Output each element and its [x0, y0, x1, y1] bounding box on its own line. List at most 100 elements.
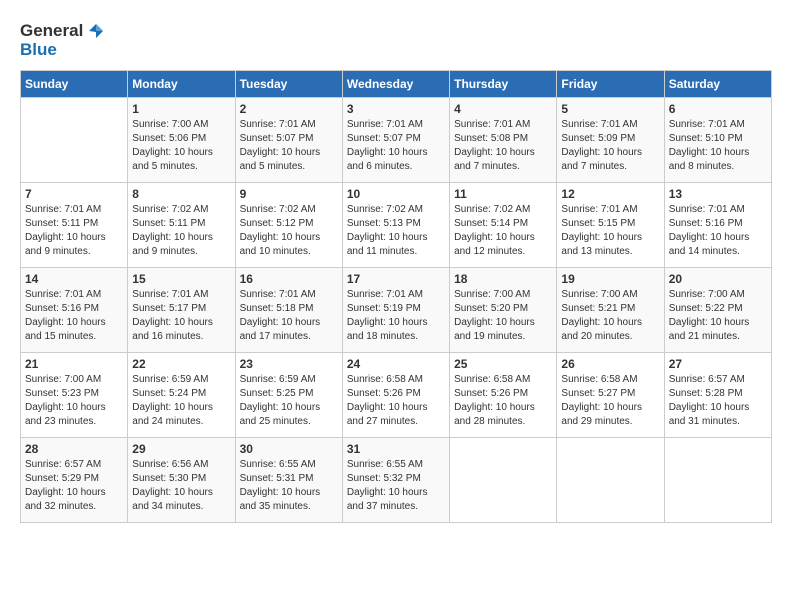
day-info: Sunrise: 7:01 AMSunset: 5:16 PMDaylight:…: [25, 288, 123, 344]
day-info: Sunrise: 6:58 AMSunset: 5:26 PMDaylight:…: [347, 373, 445, 429]
calendar-cell: 8 Sunrise: 7:02 AMSunset: 5:11 PMDaylight…: [128, 183, 235, 268]
day-header-monday: Monday: [128, 71, 235, 98]
day-info: Sunrise: 7:01 AMSunset: 5:19 PMDaylight:…: [347, 288, 445, 344]
calendar-cell: 13 Sunrise: 7:01 AMSunset: 5:16 PMDayligh…: [664, 183, 771, 268]
day-number: 26: [561, 357, 659, 371]
calendar-cell: 29 Sunrise: 6:56 AMSunset: 5:30 PMDayligh…: [128, 438, 235, 523]
calendar-week-1: 1Sunrise: 7:00 AMSunset: 5:06 PMDaylight…: [21, 98, 772, 183]
calendar-cell: 10Sunrise: 7:02 AMSunset: 5:13 PMDayligh…: [342, 183, 449, 268]
day-info: Sunrise: 7:02 AMSunset: 5:14 PMDaylight:…: [454, 203, 552, 259]
calendar-cell: 9Sunrise: 7:02 AMSunset: 5:12 PMDaylight…: [235, 183, 342, 268]
calendar-week-2: 7 Sunrise: 7:01 AMSunset: 5:11 PMDaylight…: [21, 183, 772, 268]
day-number: 10: [347, 187, 445, 201]
calendar-cell: 23 Sunrise: 6:59 AMSunset: 5:25 PMDayligh…: [235, 353, 342, 438]
day-number: 27: [669, 357, 767, 371]
calendar-cell: 3Sunrise: 7:01 AMSunset: 5:07 PMDaylight…: [342, 98, 449, 183]
day-header-row: SundayMondayTuesdayWednesdayThursdayFrid…: [21, 71, 772, 98]
day-number: 13: [669, 187, 767, 201]
day-info: Sunrise: 7:01 AMSunset: 5:08 PMDaylight:…: [454, 118, 552, 174]
day-info: Sunrise: 7:00 AMSunset: 5:23 PMDaylight:…: [25, 373, 123, 429]
day-number: 2: [240, 102, 338, 116]
calendar-cell: 20Sunrise: 7:00 AMSunset: 5:22 PMDayligh…: [664, 268, 771, 353]
day-number: 4: [454, 102, 552, 116]
day-info: Sunrise: 7:01 AMSunset: 5:09 PMDaylight:…: [561, 118, 659, 174]
calendar-cell: 6Sunrise: 7:01 AMSunset: 5:10 PMDaylight…: [664, 98, 771, 183]
calendar-cell: 12 Sunrise: 7:01 AMSunset: 5:15 PMDayligh…: [557, 183, 664, 268]
day-info: Sunrise: 6:59 AMSunset: 5:24 PMDaylight:…: [132, 373, 230, 429]
calendar-cell: 18 Sunrise: 7:00 AMSunset: 5:20 PMDayligh…: [450, 268, 557, 353]
day-info: Sunrise: 7:01 AMSunset: 5:07 PMDaylight:…: [240, 118, 338, 174]
logo-blue-text: Blue: [20, 40, 57, 60]
calendar-cell: 7 Sunrise: 7:01 AMSunset: 5:11 PMDaylight…: [21, 183, 128, 268]
calendar-cell: 5 Sunrise: 7:01 AMSunset: 5:09 PMDaylight…: [557, 98, 664, 183]
day-number: 14: [25, 272, 123, 286]
day-header-sunday: Sunday: [21, 71, 128, 98]
calendar-cell: 30Sunrise: 6:55 AMSunset: 5:31 PMDayligh…: [235, 438, 342, 523]
calendar-cell: [557, 438, 664, 523]
day-info: Sunrise: 7:01 AMSunset: 5:18 PMDaylight:…: [240, 288, 338, 344]
calendar-cell: 26Sunrise: 6:58 AMSunset: 5:27 PMDayligh…: [557, 353, 664, 438]
calendar-cell: 1Sunrise: 7:00 AMSunset: 5:06 PMDaylight…: [128, 98, 235, 183]
day-header-friday: Friday: [557, 71, 664, 98]
calendar-cell: [450, 438, 557, 523]
day-number: 29: [132, 442, 230, 456]
day-number: 18: [454, 272, 552, 286]
logo-bird-icon: [85, 20, 107, 42]
day-number: 15: [132, 272, 230, 286]
calendar-body: 1Sunrise: 7:00 AMSunset: 5:06 PMDaylight…: [21, 98, 772, 523]
calendar-cell: 11 Sunrise: 7:02 AMSunset: 5:14 PMDayligh…: [450, 183, 557, 268]
day-number: 11: [454, 187, 552, 201]
day-number: 31: [347, 442, 445, 456]
day-number: 22: [132, 357, 230, 371]
calendar-cell: 27 Sunrise: 6:57 AMSunset: 5:28 PMDayligh…: [664, 353, 771, 438]
day-number: 7: [25, 187, 123, 201]
day-info: Sunrise: 7:02 AMSunset: 5:11 PMDaylight:…: [132, 203, 230, 259]
day-header-wednesday: Wednesday: [342, 71, 449, 98]
day-info: Sunrise: 7:01 AMSunset: 5:15 PMDaylight:…: [561, 203, 659, 259]
calendar-cell: 28Sunrise: 6:57 AMSunset: 5:29 PMDayligh…: [21, 438, 128, 523]
day-info: Sunrise: 7:00 AMSunset: 5:20 PMDaylight:…: [454, 288, 552, 344]
calendar-cell: [664, 438, 771, 523]
day-number: 23: [240, 357, 338, 371]
day-info: Sunrise: 7:00 AMSunset: 5:22 PMDaylight:…: [669, 288, 767, 344]
calendar-week-3: 14 Sunrise: 7:01 AMSunset: 5:16 PMDayligh…: [21, 268, 772, 353]
day-info: Sunrise: 6:59 AMSunset: 5:25 PMDaylight:…: [240, 373, 338, 429]
logo: General Blue: [20, 20, 107, 60]
calendar-week-5: 28Sunrise: 6:57 AMSunset: 5:29 PMDayligh…: [21, 438, 772, 523]
calendar-cell: [21, 98, 128, 183]
day-number: 1: [132, 102, 230, 116]
day-info: Sunrise: 6:57 AMSunset: 5:28 PMDaylight:…: [669, 373, 767, 429]
day-info: Sunrise: 6:55 AMSunset: 5:32 PMDaylight:…: [347, 458, 445, 514]
calendar-cell: 16 Sunrise: 7:01 AMSunset: 5:18 PMDayligh…: [235, 268, 342, 353]
day-number: 5: [561, 102, 659, 116]
day-info: Sunrise: 6:57 AMSunset: 5:29 PMDaylight:…: [25, 458, 123, 514]
day-header-saturday: Saturday: [664, 71, 771, 98]
day-number: 12: [561, 187, 659, 201]
day-number: 6: [669, 102, 767, 116]
page-header: General Blue: [20, 20, 772, 60]
day-number: 9: [240, 187, 338, 201]
calendar-cell: 22 Sunrise: 6:59 AMSunset: 5:24 PMDayligh…: [128, 353, 235, 438]
calendar-cell: 21 Sunrise: 7:00 AMSunset: 5:23 PMDayligh…: [21, 353, 128, 438]
calendar-cell: 4 Sunrise: 7:01 AMSunset: 5:08 PMDaylight…: [450, 98, 557, 183]
calendar-cell: 15 Sunrise: 7:01 AMSunset: 5:17 PMDayligh…: [128, 268, 235, 353]
day-number: 21: [25, 357, 123, 371]
calendar-cell: 2 Sunrise: 7:01 AMSunset: 5:07 PMDaylight…: [235, 98, 342, 183]
day-number: 16: [240, 272, 338, 286]
day-number: 19: [561, 272, 659, 286]
day-info: Sunrise: 7:01 AMSunset: 5:11 PMDaylight:…: [25, 203, 123, 259]
day-info: Sunrise: 7:01 AMSunset: 5:07 PMDaylight:…: [347, 118, 445, 174]
calendar-table: SundayMondayTuesdayWednesdayThursdayFrid…: [20, 70, 772, 523]
logo-general-text: General: [20, 21, 83, 41]
day-number: 24: [347, 357, 445, 371]
day-number: 8: [132, 187, 230, 201]
day-info: Sunrise: 6:58 AMSunset: 5:26 PMDaylight:…: [454, 373, 552, 429]
day-header-tuesday: Tuesday: [235, 71, 342, 98]
day-info: Sunrise: 6:56 AMSunset: 5:30 PMDaylight:…: [132, 458, 230, 514]
calendar-cell: 31 Sunrise: 6:55 AMSunset: 5:32 PMDayligh…: [342, 438, 449, 523]
day-info: Sunrise: 7:01 AMSunset: 5:17 PMDaylight:…: [132, 288, 230, 344]
day-number: 30: [240, 442, 338, 456]
day-info: Sunrise: 7:01 AMSunset: 5:16 PMDaylight:…: [669, 203, 767, 259]
day-number: 25: [454, 357, 552, 371]
day-info: Sunrise: 7:00 AMSunset: 5:21 PMDaylight:…: [561, 288, 659, 344]
